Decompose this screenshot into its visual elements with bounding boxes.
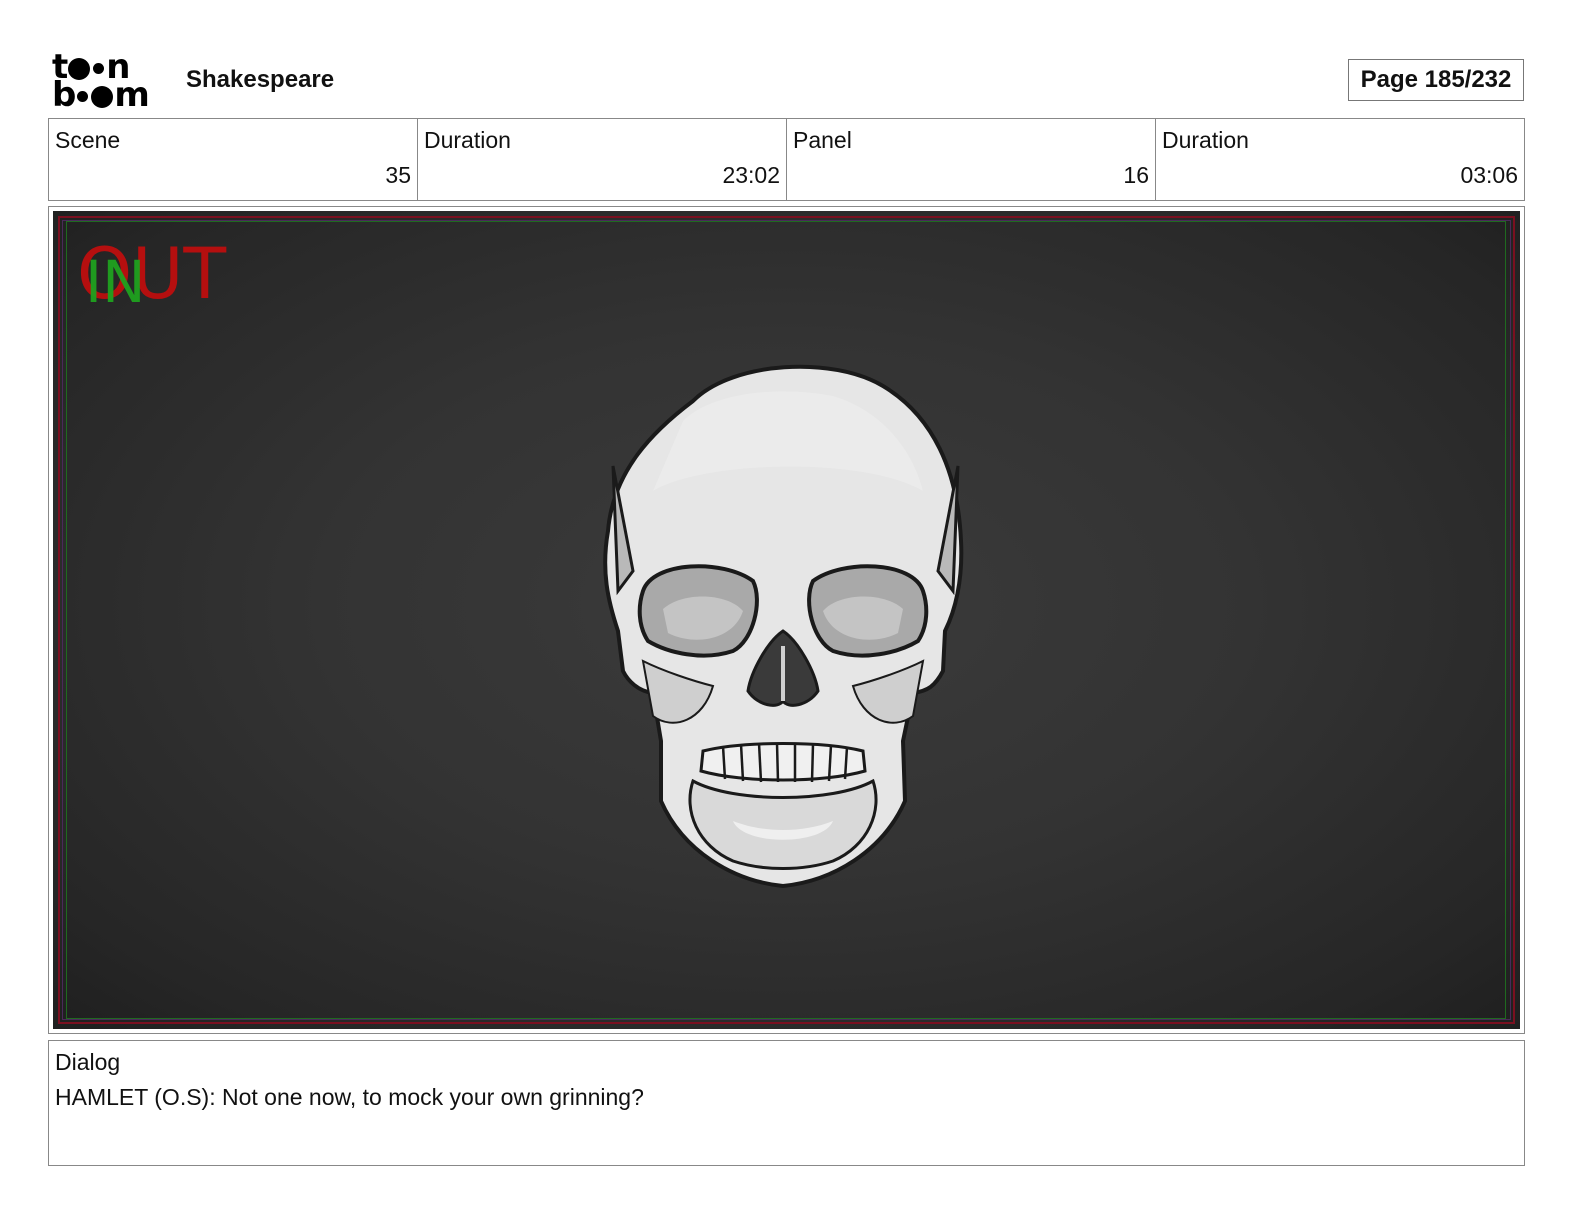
panel-image: OUT IN [53, 211, 1520, 1029]
logo-row-bottom: bm [52, 75, 150, 115]
panel-label: Panel [793, 127, 852, 153]
storyboard-panel: OUT IN [48, 206, 1525, 1034]
page-indicator: Page 185/232 [1348, 59, 1524, 101]
skull-drawing [603, 364, 964, 889]
dialog-box: Dialog HAMLET (O.S): Not one now, to moc… [48, 1040, 1525, 1166]
toon-boom-logo: tn bm [52, 50, 164, 115]
scene-value: 35 [385, 162, 411, 188]
scene-duration-value: 23:02 [722, 162, 780, 188]
panel-duration-cell: Duration 03:06 [1156, 119, 1524, 200]
scene-label: Scene [55, 127, 121, 153]
project-title: Shakespeare [186, 66, 335, 93]
panel-value: 16 [1123, 162, 1149, 188]
dialog-label: Dialog [55, 1049, 121, 1075]
scene-cell: Scene 35 [49, 119, 418, 200]
panel-cell: Panel 16 [787, 119, 1156, 200]
panel-duration-value: 03:06 [1460, 162, 1518, 188]
panel-info-table: Scene 35 Duration 23:02 Panel 16 Duratio… [48, 118, 1525, 201]
panel-duration-label: Duration [1162, 127, 1249, 153]
dialog-text: HAMLET (O.S): Not one now, to mock your … [55, 1084, 644, 1110]
scene-duration-cell: Duration 23:02 [418, 119, 787, 200]
scene-duration-label: Duration [424, 127, 511, 153]
in-tag: IN [85, 248, 146, 316]
